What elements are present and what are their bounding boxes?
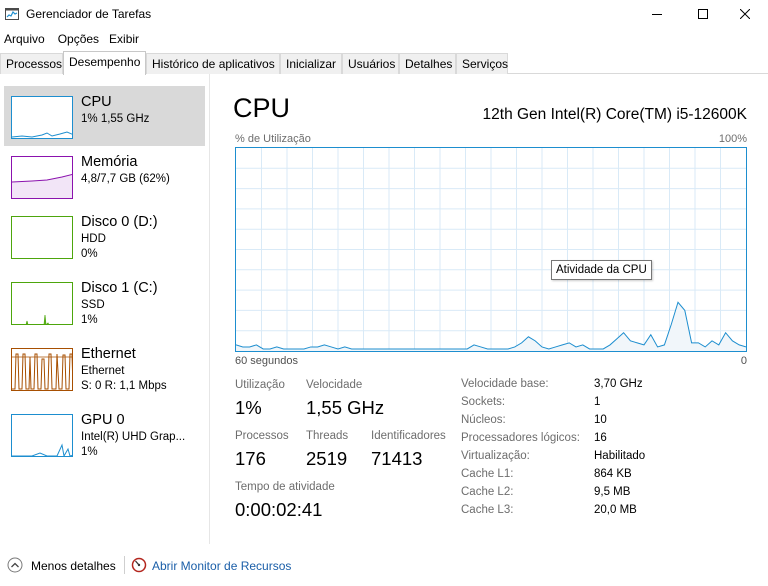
sidebar-item-ethernet[interactable]: Ethernet Ethernet S: 0 R: 1,1 Mbps [4, 338, 205, 398]
close-icon [740, 9, 750, 19]
sidebar-item-cpu[interactable]: CPU 1% 1,55 GHz [4, 86, 205, 146]
memory-thumbnail [11, 156, 73, 199]
stat-velocidade-value: 1,55 GHz [306, 397, 385, 418]
cpu-thumbnail [11, 96, 73, 139]
sidebar-disco1-sub1: SSD [81, 299, 105, 311]
menu-bar: Arquivo Opções Exibir [0, 28, 768, 50]
sidebar-disco0-sub1: HDD [81, 233, 106, 245]
tab-usuarios[interactable]: Usuários [342, 53, 399, 74]
stat-processos-label: Processos [235, 430, 289, 442]
graph-max-label: 100% [718, 133, 747, 145]
window-title: Gerenciador de Tarefas [26, 7, 152, 21]
sidebar-cpu-sub1: 1% 1,55 GHz [81, 113, 150, 125]
graph-utilization-label: % de Utilização [235, 133, 311, 145]
sidebar-item-gpu0[interactable]: GPU 0 Intel(R) UHD Grap... 1% [4, 404, 205, 464]
spec-virtualizacao-value: Habilitado [594, 450, 646, 462]
spec-processadores-value: 16 [594, 432, 607, 444]
resource-monitor-icon [131, 557, 147, 573]
spec-sockets-value: 1 [594, 396, 601, 408]
sidebar-disco1-sub2: 1% [81, 314, 98, 326]
tab-inicializar[interactable]: Inicializar [280, 53, 342, 74]
maximize-button[interactable] [680, 0, 726, 28]
sidebar-ethernet-sub1: Ethernet [81, 365, 125, 377]
menu-arquivo[interactable]: Arquivo [0, 28, 49, 50]
gpu-thumbnail [11, 414, 73, 457]
sidebar-memoria-sub1: 4,8/7,7 GB (62%) [81, 173, 170, 185]
close-button[interactable] [722, 0, 768, 28]
stat-threads-label: Threads [306, 430, 349, 442]
cpu-graph-svg [236, 148, 746, 351]
memory-mini-graph [12, 173, 72, 198]
menu-opcoes[interactable]: Opções [54, 28, 103, 50]
stat-utilizacao-label: Utilização [235, 379, 285, 391]
processor-name: 12th Gen Intel(R) Core(TM) i5-12600K [482, 106, 747, 123]
sidebar-disco1-title: Disco 1 (C:) [81, 280, 158, 296]
disk1-mini-graph [25, 314, 49, 324]
title-bar: Gerenciador de Tarefas [0, 0, 768, 28]
chevron-up-icon[interactable] [7, 557, 23, 573]
disk1-thumbnail [11, 282, 73, 325]
ethernet-mini-graph [12, 353, 72, 390]
sidebar-item-disco0[interactable]: Disco 0 (D:) HDD 0% [4, 206, 205, 266]
spec-cache-l3-value: 20,0 MB [594, 504, 637, 516]
spec-velocidade-base-value: 3,70 GHz [594, 378, 643, 390]
spec-nucleos-value: 10 [594, 414, 607, 426]
sidebar-gpu-sub1: Intel(R) UHD Grap... [81, 431, 186, 443]
spec-cache-l1-value: 864 KB [594, 468, 632, 480]
spec-cache-l3-label: Cache L3: [461, 504, 514, 516]
tab-bar: Processos Desempenho Histórico de aplica… [0, 51, 768, 75]
maximize-icon [698, 9, 708, 19]
spec-cache-l2-value: 9,5 MB [594, 486, 631, 498]
task-manager-icon [5, 8, 19, 20]
stat-tempo-label: Tempo de atividade [235, 481, 335, 493]
sidebar-cpu-title: CPU [81, 94, 112, 110]
cpu-mini-graph [12, 131, 72, 138]
spec-cache-l2-label: Cache L2: [461, 486, 514, 498]
sidebar-disco0-title: Disco 0 (D:) [81, 214, 158, 230]
cpu-activity-tooltip: Atividade da CPU [551, 260, 652, 280]
footer-separator [124, 556, 125, 574]
stat-utilizacao-value: 1% [235, 397, 262, 418]
ethernet-thumbnail [11, 348, 73, 391]
stat-tempo-value: 0:00:02:41 [235, 499, 323, 520]
tab-servicos[interactable]: Serviços [456, 53, 508, 74]
spec-nucleos-label: Núcleos: [461, 414, 506, 426]
tab-historico[interactable]: Histórico de aplicativos [146, 53, 280, 74]
tab-detalhes[interactable]: Detalhes [399, 53, 456, 74]
stat-identificadores-value: 71413 [371, 448, 423, 469]
stat-threads-value: 2519 [306, 448, 348, 469]
sidebar-gpu-sub2: 1% [81, 446, 98, 458]
minimize-button[interactable] [634, 0, 680, 28]
stat-processos-value: 176 [235, 448, 266, 469]
sidebar-ethernet-sub2: S: 0 R: 1,1 Mbps [81, 380, 167, 392]
stat-identificadores-label: Identificadores [371, 430, 446, 442]
spec-virtualizacao-label: Virtualização: [461, 450, 530, 462]
sidebar-item-memoria[interactable]: Memória 4,8/7,7 GB (62%) [4, 146, 205, 206]
gpu-mini-graph [12, 443, 72, 456]
minimize-icon [652, 14, 662, 15]
cpu-utilization-graph [235, 147, 747, 352]
open-resource-monitor-link[interactable]: Abrir Monitor de Recursos [152, 559, 291, 573]
tab-desempenho[interactable]: Desempenho [63, 51, 146, 75]
stat-velocidade-label: Velocidade [306, 379, 363, 391]
graph-time-right: 0 [740, 355, 747, 367]
sidebar-disco0-sub2: 0% [81, 248, 98, 260]
tab-processos[interactable]: Processos [0, 53, 63, 74]
page-title: CPU [233, 93, 291, 123]
sidebar-gpu-title: GPU 0 [81, 412, 125, 428]
less-details-button[interactable]: Menos detalhes [31, 559, 116, 573]
spec-velocidade-base-label: Velocidade base: [461, 378, 549, 390]
sidebar-memoria-title: Memória [81, 154, 138, 170]
resource-sidebar: CPU 1% 1,55 GHz Memória 4,8/7,7 GB (62%)… [0, 74, 210, 544]
menu-exibir[interactable]: Exibir [105, 28, 143, 50]
sidebar-ethernet-title: Ethernet [81, 346, 136, 362]
footer-bar: Menos detalhes Abrir Monitor de Recursos [0, 552, 768, 580]
graph-time-left: 60 segundos [235, 355, 298, 367]
spec-processadores-label: Processadores lógicos: [461, 432, 580, 444]
spec-cache-l1-label: Cache L1: [461, 468, 514, 480]
sidebar-item-disco1[interactable]: Disco 1 (C:) SSD 1% [4, 272, 205, 332]
spec-sockets-label: Sockets: [461, 396, 506, 408]
disk0-thumbnail [11, 216, 73, 259]
